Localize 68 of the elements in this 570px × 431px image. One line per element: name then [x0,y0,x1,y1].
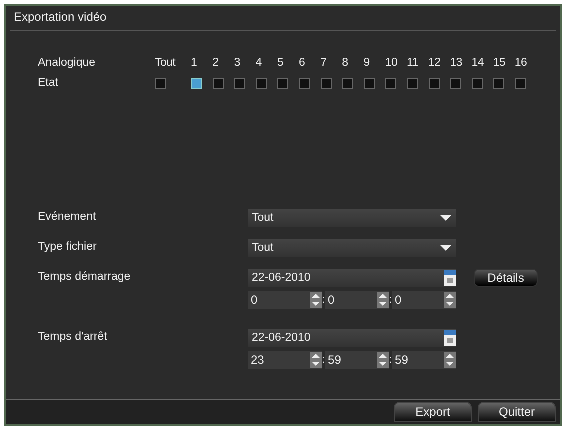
channel-number: Tout [155,57,177,69]
date-field[interactable]: 22-06-2010 [248,269,456,287]
spin-field[interactable]: 23 [248,351,322,369]
channel-number: 15 [493,57,507,69]
spinner-arrows-icon[interactable] [444,352,456,368]
time-separator: : [388,354,392,366]
checkbox[interactable] [277,78,288,88]
time-separator: : [388,294,392,306]
checkbox[interactable] [342,78,354,88]
channel-number: 10 [385,57,399,69]
checkbox[interactable] [234,78,246,88]
spinner-arrows-icon[interactable] [310,352,322,368]
checkbox[interactable] [320,78,332,88]
footer-button[interactable]: Quitter [478,402,556,422]
dropdown[interactable]: Tout [248,239,456,257]
checkbox[interactable] [191,78,202,88]
spin-field[interactable]: 0 [325,291,389,309]
spin-field[interactable]: 59 [392,351,456,369]
channel-number: 3 [234,57,242,69]
spin-field[interactable]: 0 [392,291,456,309]
channel-number: 13 [450,57,464,69]
checkbox[interactable] [450,78,462,88]
caret-icon [440,214,452,222]
channel-number: 8 [342,57,350,69]
field-label: Type fichier [38,240,98,253]
time-separator: : [322,294,326,306]
calendar-icon[interactable] [444,270,456,286]
spin-field[interactable]: 0 [248,291,322,309]
channel-number: 7 [320,57,328,69]
caret-icon [440,244,452,252]
field-label: Evénement [38,210,98,223]
date-field[interactable]: 22-06-2010 [248,329,456,347]
channel-number: 12 [428,57,442,69]
checkbox[interactable] [406,78,418,88]
checkbox[interactable] [472,78,483,88]
channel-number: 1 [191,57,198,69]
dropdown[interactable]: Tout [248,209,456,227]
checkbox[interactable] [428,78,440,88]
row-label: Analogique [38,57,97,69]
spin-field[interactable]: 59 [325,351,389,369]
window-title: Exportation vidéo [10,6,556,31]
channel-number: 9 [364,57,371,69]
spinner-arrows-icon[interactable] [376,292,389,308]
details-button[interactable]: Détails [474,269,538,287]
channel-number: 11 [406,57,420,69]
row-label: Etat [38,77,60,89]
checkbox[interactable] [212,78,224,88]
channel-number: 2 [212,57,220,69]
footer-button[interactable]: Export [394,402,472,422]
spinner-arrows-icon[interactable] [376,352,389,368]
checkbox[interactable] [256,78,267,88]
spinner-arrows-icon[interactable] [444,292,456,308]
spinner-arrows-icon[interactable] [310,292,322,308]
channel-number: 14 [472,57,485,69]
field-label: Temps d'arrêt [38,330,108,343]
channel-number: 4 [256,57,263,69]
field-label: Temps démarrage [38,270,132,283]
checkbox[interactable] [364,78,375,88]
checkbox[interactable] [385,78,396,88]
checkbox[interactable] [514,78,526,88]
calendar-icon[interactable] [444,330,456,346]
channel-number: 16 [514,57,528,69]
channel-number: 5 [277,57,284,69]
checkbox[interactable] [155,78,166,88]
time-separator: : [322,354,326,366]
checkbox[interactable] [298,78,310,88]
checkbox[interactable] [493,78,504,88]
channel-number: 6 [298,57,306,69]
